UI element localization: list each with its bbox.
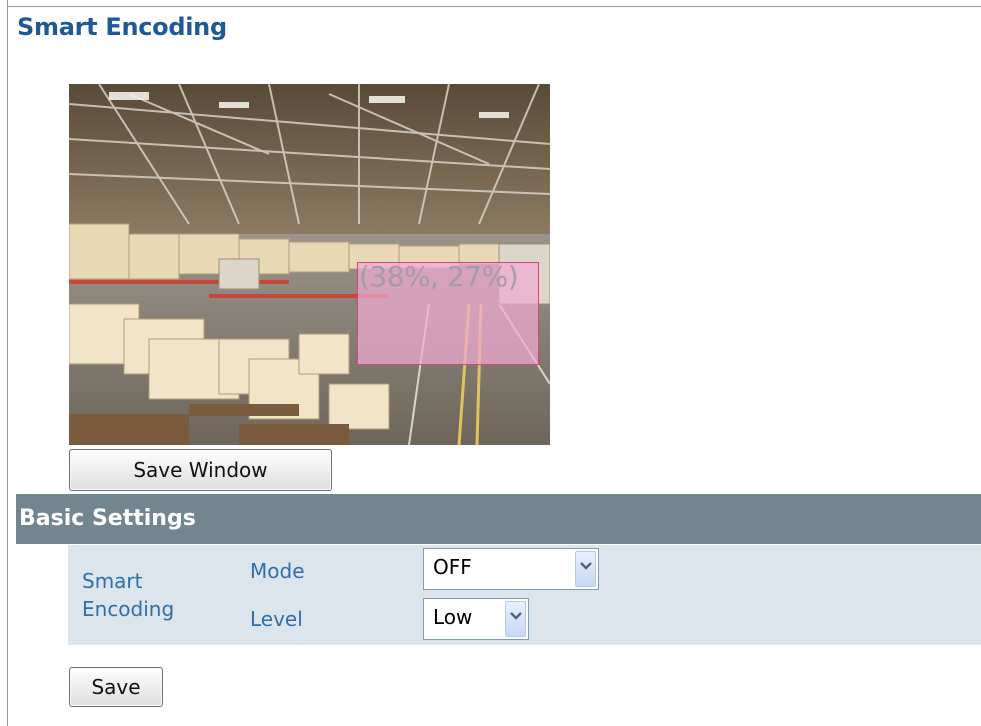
roi-coordinates-label: (38%, 27%) — [359, 260, 519, 293]
mode-select-value: OFF — [433, 555, 472, 579]
frame-top-border — [7, 6, 981, 7]
chevron-down-icon — [580, 562, 592, 570]
level-dropdown-button[interactable] — [505, 601, 526, 637]
mode-label: Mode — [250, 559, 305, 583]
level-label: Level — [250, 607, 303, 631]
save-button[interactable]: Save — [69, 667, 163, 707]
level-select[interactable]: Low — [423, 598, 529, 640]
mode-dropdown-button[interactable] — [575, 551, 596, 587]
page-title: Smart Encoding — [17, 13, 227, 41]
save-window-button[interactable]: Save Window — [69, 449, 332, 491]
mode-select[interactable]: OFF — [423, 548, 599, 590]
smart-encoding-label-line2: Encoding — [82, 597, 175, 621]
level-select-value: Low — [433, 605, 473, 629]
frame-left-border — [7, 0, 8, 726]
smart-encoding-label-line1: Smart — [82, 569, 143, 593]
section-title: Basic Settings — [19, 506, 196, 531]
chevron-down-icon — [510, 612, 522, 620]
camera-preview[interactable]: (38%, 27%) — [69, 84, 550, 445]
